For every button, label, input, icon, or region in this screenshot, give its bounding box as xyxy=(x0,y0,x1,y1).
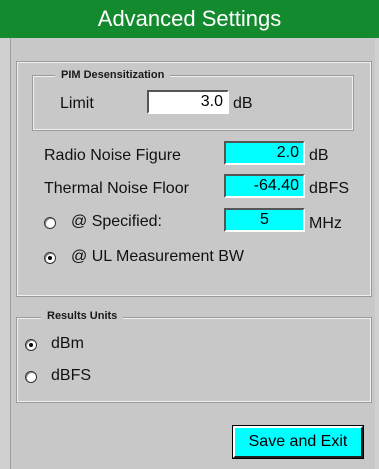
thermal-noise-floor-unit: dBFS xyxy=(309,180,350,197)
results-units-dbm-radio[interactable] xyxy=(25,339,37,351)
specified-bw-unit: MHz xyxy=(309,215,342,232)
radio-noise-figure-input[interactable]: 2.0 xyxy=(224,141,305,165)
results-units-dbm-label: dBm xyxy=(51,335,84,352)
radio-noise-figure-label: Radio Noise Figure xyxy=(44,147,181,164)
results-units-group xyxy=(16,317,372,403)
specified-bw-radio[interactable] xyxy=(44,217,56,229)
results-units-dbfs-radio[interactable] xyxy=(25,371,37,383)
settings-panel: PIM Desensitization Limit 3.0 dB Radio N… xyxy=(10,38,375,469)
results-units-dbfs-label: dBFS xyxy=(51,367,92,384)
ul-measurement-bw-radio[interactable] xyxy=(44,252,56,264)
thermal-noise-floor-input[interactable]: -64.40 xyxy=(224,174,305,198)
specified-bw-input[interactable]: 5 xyxy=(224,208,305,232)
radio-noise-figure-unit: dB xyxy=(309,147,329,164)
save-and-exit-button[interactable]: Save and Exit xyxy=(232,425,364,459)
window-title: Advanced Settings xyxy=(0,0,379,38)
specified-bw-label: @ Specified: xyxy=(71,213,162,230)
ul-measurement-bw-label: @ UL Measurement BW xyxy=(71,248,245,265)
thermal-noise-floor-label: Thermal Noise Floor xyxy=(44,180,189,197)
results-units-legend: Results Units xyxy=(41,310,124,322)
